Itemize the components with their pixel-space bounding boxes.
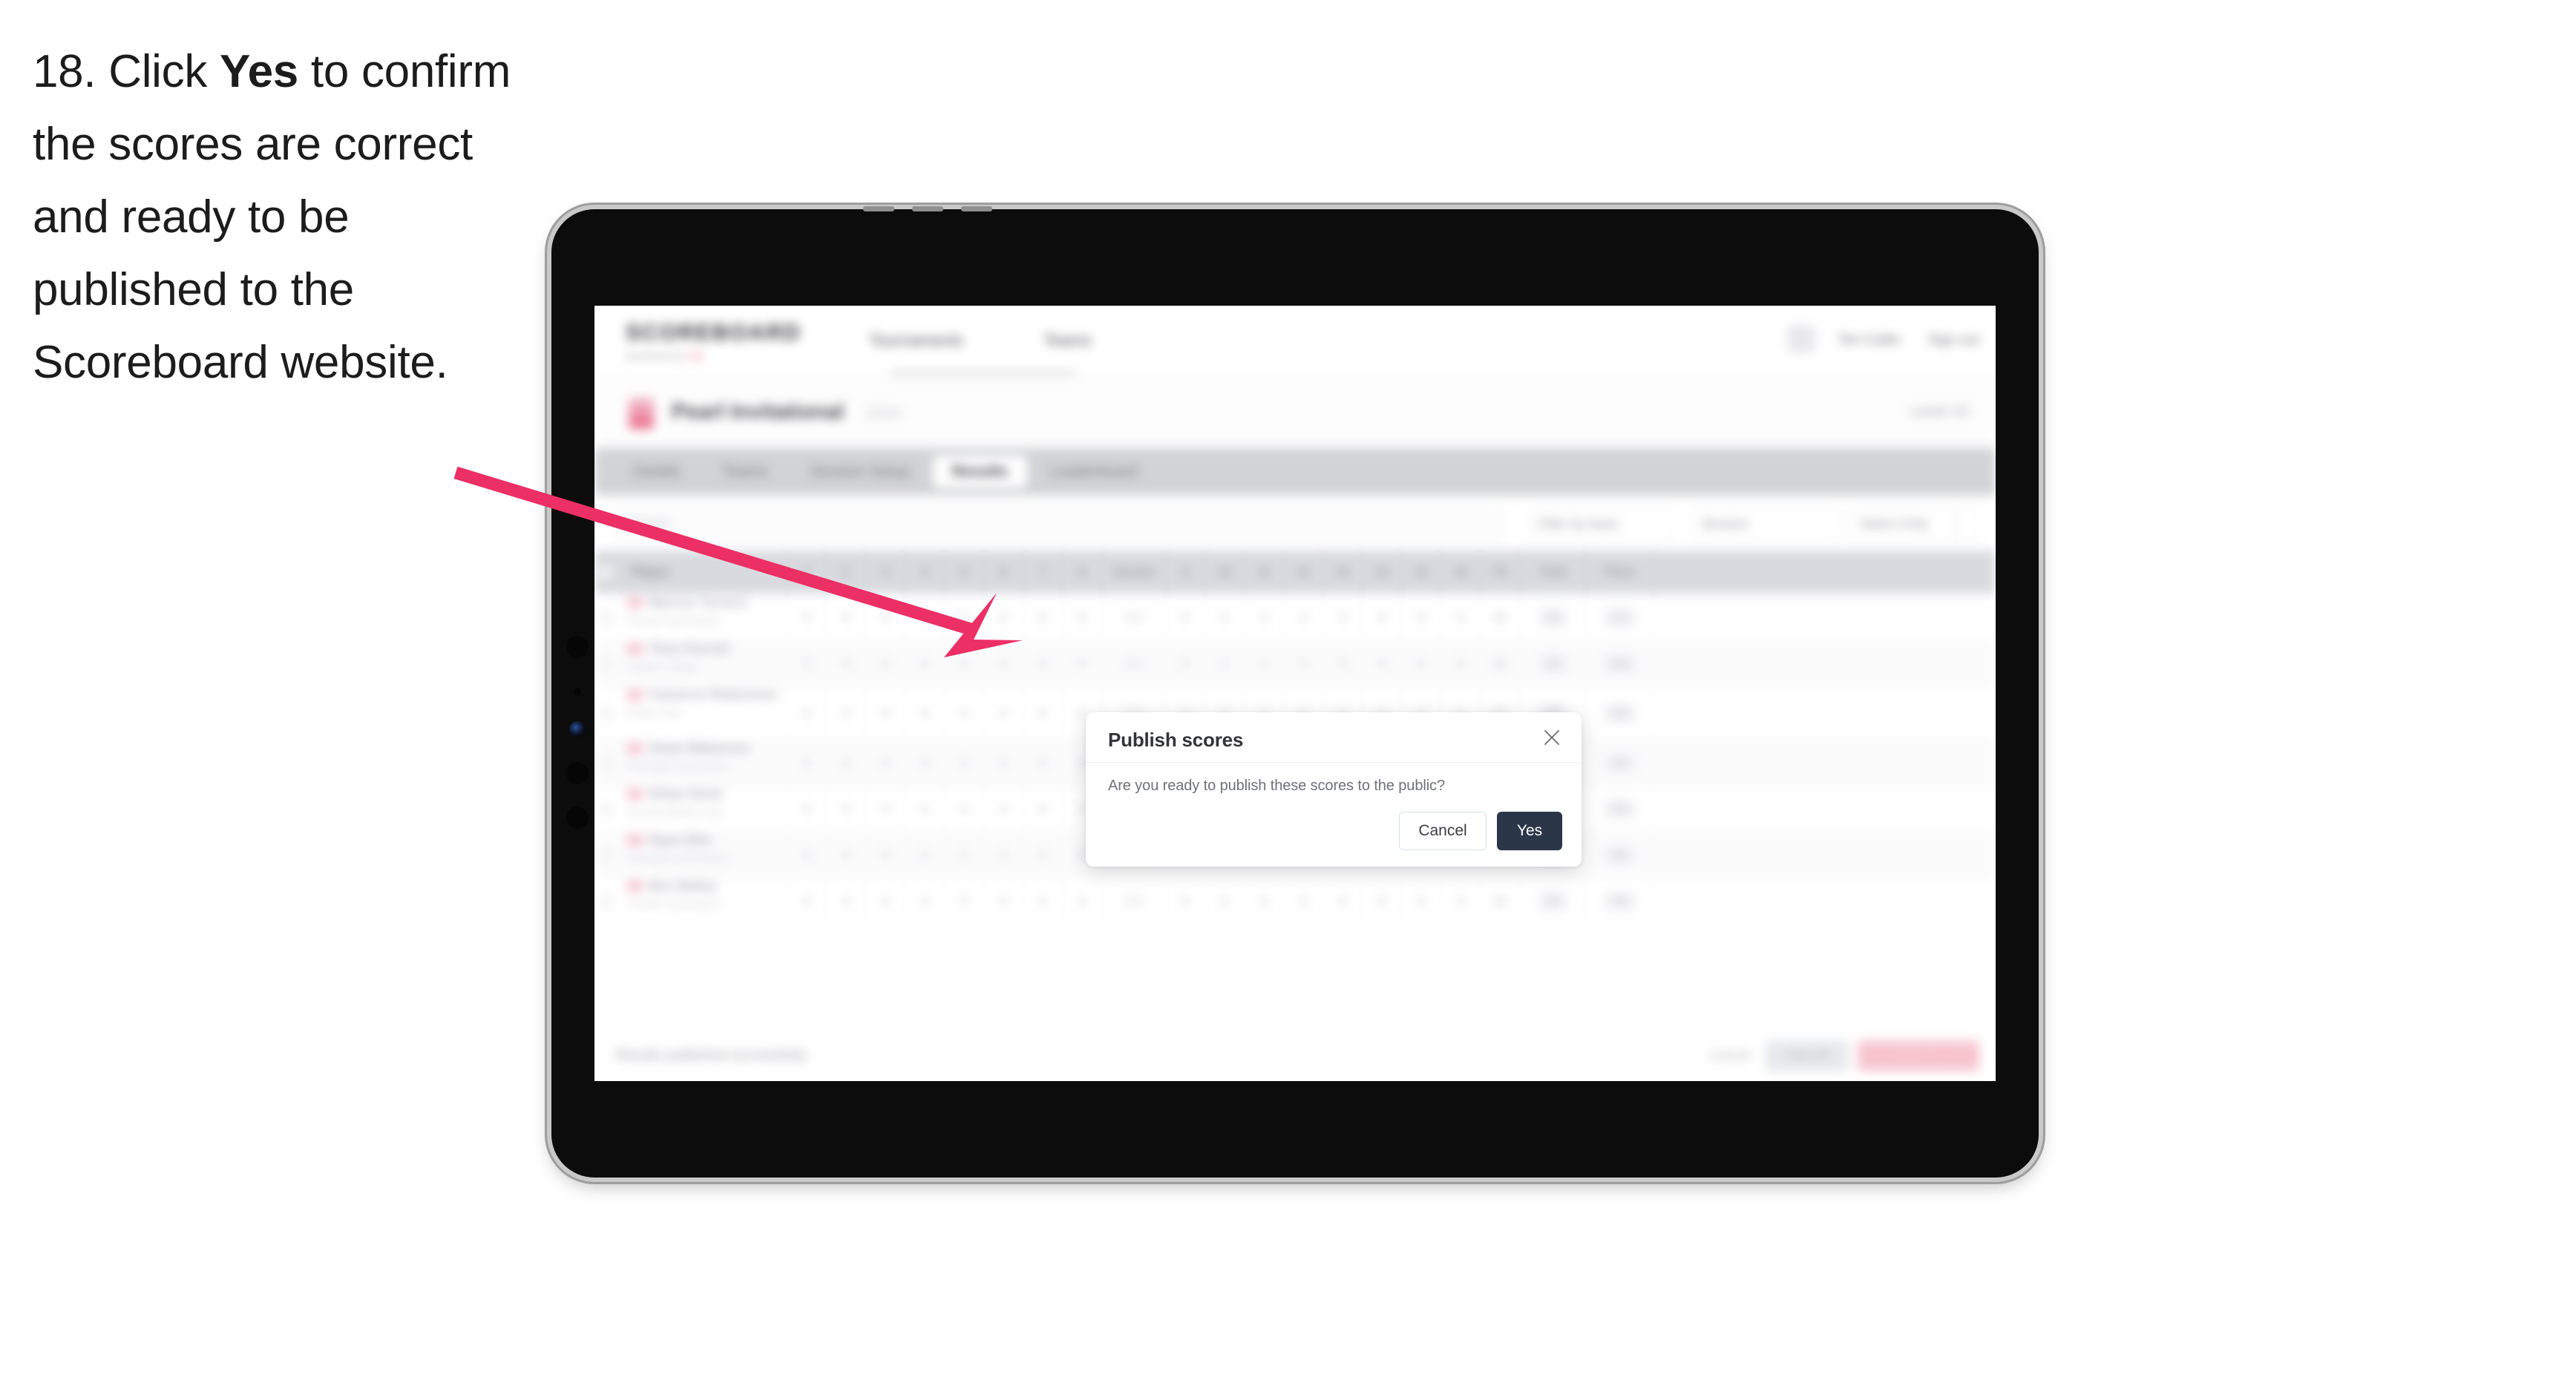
dialog-title: Publish scores [1108, 729, 1244, 751]
instruction-emphasis: Yes [219, 46, 298, 97]
tablet-device: SCOREBOARD powered by rsb Tournaments Te… [551, 206, 2039, 1178]
modal-scrim[interactable] [594, 306, 1996, 1081]
cancel-button[interactable]: Cancel [1399, 812, 1487, 850]
speaker-slit-icon [961, 206, 992, 211]
dialog-titlebar: Publish scores [1086, 712, 1582, 763]
yes-button[interactable]: Yes [1497, 812, 1562, 850]
close-icon[interactable] [1540, 726, 1564, 749]
instruction-prefix: Click [108, 46, 220, 97]
instruction-suffix: to confirm the scores are correct and re… [33, 46, 511, 388]
instruction-text: 18. Click Yes to confirm the scores are … [33, 36, 552, 399]
camera-icon [566, 636, 589, 658]
instruction-number: 18. [33, 46, 96, 97]
speaker-slit-icon [912, 206, 943, 211]
camera-icon [566, 762, 589, 784]
tablet-screen: SCOREBOARD powered by rsb Tournaments Te… [594, 306, 1996, 1081]
camera-lens-icon [569, 721, 586, 738]
dialog-body-text: Are you ready to publish these scores to… [1108, 778, 1445, 794]
microphone-icon [574, 688, 581, 695]
screenshot-root: 18. Click Yes to confirm the scores are … [0, 0, 2576, 1386]
speaker-slit-icon [863, 206, 894, 211]
camera-icon [566, 807, 589, 829]
publish-scores-dialog: Publish scores Are you ready to publish … [1086, 712, 1582, 867]
dialog-actions: Cancel Yes [1399, 812, 1562, 850]
